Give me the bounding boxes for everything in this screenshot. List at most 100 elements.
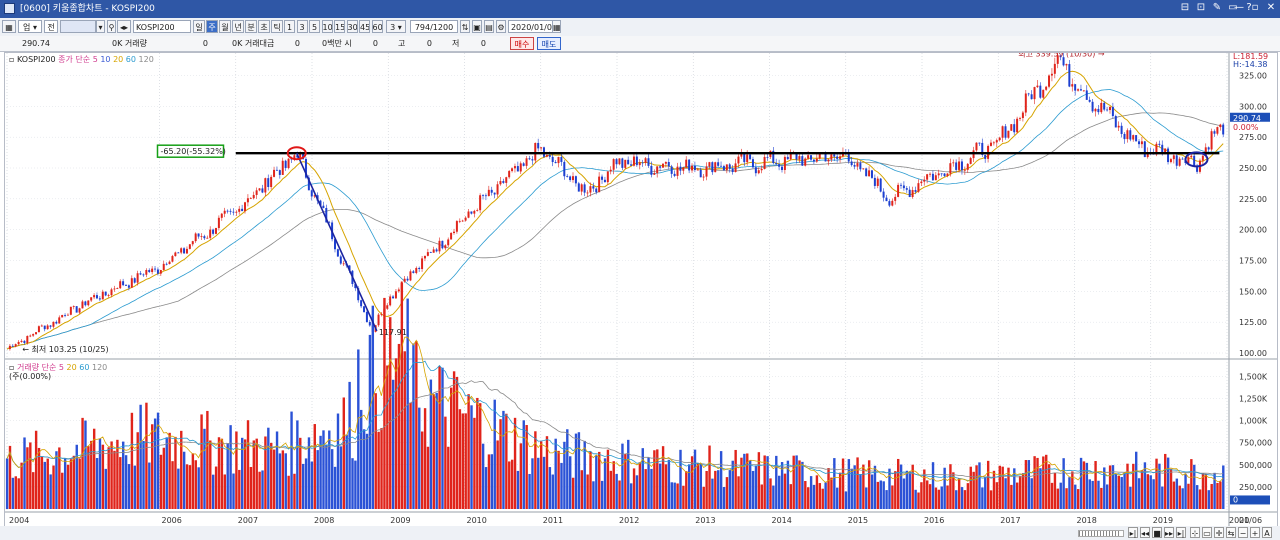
candle-body <box>212 229 215 234</box>
restore-icon[interactable]: ⊡ <box>1194 1 1208 15</box>
stop-icon[interactable]: ■ <box>1152 527 1162 538</box>
scrollbar-thumb[interactable] <box>1079 531 1119 536</box>
volume-bar <box>818 483 822 509</box>
volume-bar <box>917 492 920 509</box>
volume-bar <box>78 458 81 509</box>
minute-1-button[interactable]: 1 <box>284 20 295 33</box>
minute-45-button[interactable]: 45 <box>359 20 370 33</box>
code-input[interactable] <box>60 20 96 33</box>
volume-bar <box>104 468 107 509</box>
chart-svg[interactable]: 325.00 300.00 275.00 250.00 225.00 200.00 175.… <box>5 53 1277 529</box>
search-icon[interactable]: ⚲ <box>107 20 116 33</box>
settings-icon[interactable]: ⚙ <box>496 20 506 33</box>
candle-body <box>955 162 958 170</box>
candle-body <box>264 178 267 193</box>
price-tick-label: 125.00 <box>1239 318 1267 327</box>
volume-bar <box>862 464 865 509</box>
minute-3-button[interactable]: 3 <box>296 20 308 33</box>
candle-body <box>989 142 992 146</box>
period-minute-button[interactable]: 분 <box>245 20 257 33</box>
period-week-button[interactable]: 주 <box>206 20 218 33</box>
candle-body <box>252 194 255 199</box>
volume-bar <box>595 455 598 509</box>
candle-body <box>93 295 96 298</box>
scroll-start-icon[interactable]: ▸| <box>1128 527 1138 538</box>
volume-bar <box>673 482 676 509</box>
zoom-out-icon[interactable]: − <box>1238 527 1248 538</box>
candle-body <box>452 231 455 233</box>
range-field[interactable]: 794/1200 <box>410 20 458 33</box>
code-dropdown-icon[interactable]: ▾ <box>96 20 105 33</box>
volume-bar <box>830 477 833 509</box>
candle-body <box>1007 130 1010 138</box>
scroll-end-icon[interactable]: ▸| <box>1176 527 1186 538</box>
minute-15-button[interactable]: 15 <box>334 20 345 33</box>
toggle-icon[interactable]: ⇆ <box>1226 527 1236 538</box>
volume-bar <box>801 461 804 509</box>
candle-body <box>638 162 641 166</box>
candle-body <box>641 162 644 164</box>
volume-bar <box>214 466 218 509</box>
volume-bar <box>429 379 433 509</box>
volume-bar <box>490 454 494 509</box>
period-day-button[interactable]: 일 <box>193 20 205 33</box>
crosshair-icon[interactable]: ✛ <box>1214 527 1224 538</box>
scroll-left-icon[interactable]: ◂◂ <box>1140 527 1150 538</box>
candle-body <box>154 268 157 270</box>
volume-bar <box>963 490 967 509</box>
volume-bar <box>1216 482 1219 509</box>
candle-body <box>246 198 249 203</box>
volume-bar <box>705 470 708 509</box>
candle-body <box>368 321 371 326</box>
image-icon[interactable]: ▣ <box>472 20 482 33</box>
minimize-icon[interactable]: — <box>1232 1 1246 15</box>
count-select[interactable]: 3 ▾ <box>386 20 406 33</box>
minute-10-button[interactable]: 10 <box>321 20 333 33</box>
volume-bar <box>110 441 113 509</box>
scroll-right-icon[interactable]: ▸▸ <box>1164 527 1174 538</box>
market-select[interactable]: 업 ▾ <box>18 20 42 33</box>
scrollbar[interactable] <box>1078 530 1124 537</box>
font-size-icon[interactable]: A <box>1262 527 1272 538</box>
minute-60-button[interactable]: 60 <box>371 20 383 33</box>
prev-next-icon[interactable]: ◂▸ <box>117 20 131 33</box>
period-year-button[interactable]: 년 <box>232 20 244 33</box>
ma20-line <box>6 70 1224 350</box>
period-month-button[interactable]: 월 <box>219 20 231 33</box>
minute-30-button[interactable]: 30 <box>346 20 358 33</box>
chart-canvas[interactable]: 325.00 300.00 275.00 250.00 225.00 200.00 175.… <box>4 52 1278 530</box>
save-icon[interactable]: ▤ <box>484 20 494 33</box>
volume-bar <box>815 475 819 509</box>
volume-bar <box>391 379 395 509</box>
calendar-icon[interactable]: ▦ <box>552 20 561 33</box>
zoom-fit-icon[interactable]: ▭ <box>1202 527 1212 538</box>
candle-body <box>322 205 325 208</box>
candle-body <box>130 278 133 288</box>
volume-bar <box>159 454 163 509</box>
symbol-field[interactable]: KOSPI200 <box>133 20 191 33</box>
edit-icon[interactable]: ✎ <box>1210 1 1224 15</box>
volume-bar <box>63 458 67 509</box>
tile-icon[interactable]: ⊟ <box>1178 1 1192 15</box>
volume-bar <box>679 449 682 509</box>
zoom-in-icon[interactable]: + <box>1250 527 1260 538</box>
volume-bar <box>75 444 78 509</box>
market-type-select[interactable]: 전 <box>44 20 58 33</box>
volume-bar <box>357 349 360 509</box>
period-second-button[interactable]: 초 <box>258 20 270 33</box>
scroll-arrows-icon[interactable]: ⇅ <box>460 20 470 33</box>
volume-bar <box>685 471 688 509</box>
buy-button[interactable]: 매수 <box>510 37 534 50</box>
volume-bar <box>409 402 412 509</box>
menu-icon[interactable]: ▦ <box>2 20 16 33</box>
volume-bar <box>1120 477 1123 509</box>
period-tick-button[interactable]: 틱 <box>271 20 283 33</box>
maximize-icon[interactable]: ▫ <box>1248 1 1262 15</box>
minute-5-button[interactable]: 5 <box>309 20 320 33</box>
volume-bar <box>124 455 128 509</box>
candle-body <box>717 162 720 166</box>
close-icon[interactable]: ✕ <box>1264 1 1278 15</box>
sell-button[interactable]: 매도 <box>537 37 561 50</box>
volume-bar <box>1056 488 1060 509</box>
cursor-icon[interactable]: ⊹ <box>1190 527 1200 538</box>
